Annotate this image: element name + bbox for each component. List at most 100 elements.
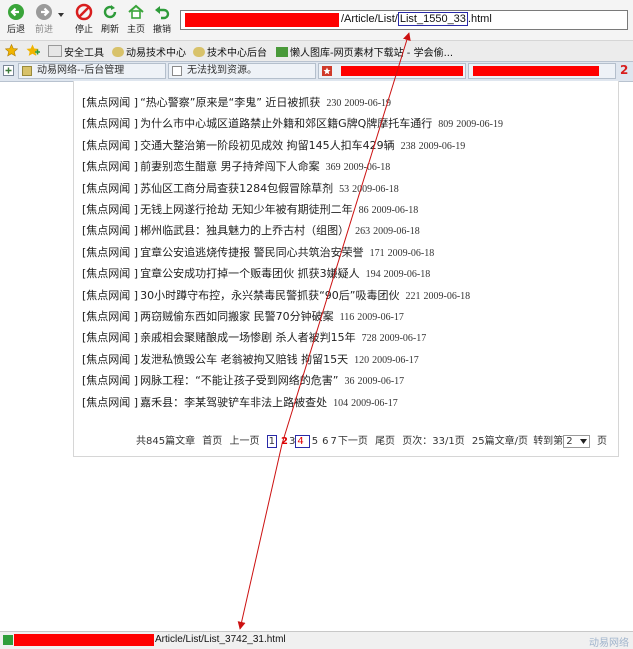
news-source-tag[interactable]: [焦点网闻 ]: [82, 160, 138, 173]
news-title-link[interactable]: “热心警察”原来是“李鬼” 近日被抓获: [140, 96, 320, 109]
page-4-link[interactable]: 4: [295, 435, 310, 448]
news-title-link[interactable]: 无钱上网遂行抢劫 无知少年被有期徒刑二年: [140, 203, 353, 216]
goto-value: 2: [566, 436, 573, 447]
news-source-tag[interactable]: [焦点网闻 ]: [82, 353, 138, 366]
page-number: 1: [266, 435, 278, 448]
favorite-link[interactable]: 懒人图库-网页素材下载站 - 学会偷...: [276, 44, 453, 59]
page-6-link[interactable]: 6: [322, 436, 328, 447]
news-title-link[interactable]: 嘉禾县：李某驾驶铲车非法上路被查处: [140, 396, 327, 409]
annotation-arrow-down: [237, 443, 283, 630]
news-source-tag[interactable]: [焦点网闻 ]: [82, 139, 138, 152]
news-title-link[interactable]: 30小时蹲守布控，永兴禁毒民警抓获“90后”吸毒团伙: [140, 289, 399, 302]
news-source-tag[interactable]: [焦点网闻 ]: [82, 331, 138, 344]
news-source-tag[interactable]: [焦点网闻 ]: [82, 396, 138, 409]
news-hits: 116: [339, 312, 355, 323]
favorite-link[interactable]: 安全工具: [48, 44, 104, 59]
per-page: 25篇文章/页: [471, 436, 528, 447]
favorite-link[interactable]: 动易技术中心: [112, 44, 186, 59]
favorite-link[interactable]: 技术中心后台: [193, 44, 267, 59]
news-title-link[interactable]: 宜章公安追逃烧传捷报 警民同心共筑治安荣誉: [140, 246, 364, 259]
news-list-item[interactable]: [焦点网闻 ] 无钱上网遂行抢劫 无知少年被有期徒刑二年 86 2009-06-18: [82, 201, 418, 217]
favorites-star-icon[interactable]: [5, 44, 18, 57]
news-list-item[interactable]: [焦点网闻 ] 嘉禾县：李某驾驶铲车非法上路被查处 104 2009-06-17: [82, 394, 398, 410]
news-source-tag[interactable]: [焦点网闻 ]: [82, 267, 138, 280]
news-source-tag[interactable]: [焦点网闻 ]: [82, 310, 138, 323]
news-source-tag[interactable]: [焦点网闻 ]: [82, 289, 138, 302]
tab-admin[interactable]: 动易网络--后台管理: [18, 63, 166, 79]
tab-redacted[interactable]: [318, 63, 466, 79]
add-favorite-icon[interactable]: [26, 44, 40, 57]
tab-close-icon[interactable]: 2: [620, 63, 633, 79]
page-1-link[interactable]: 1: [266, 435, 281, 448]
news-list-item[interactable]: [焦点网闻 ] 宜章公安成功打掉一个贩毒团伙 抓获3嫌疑人 194 2009-06-1…: [82, 265, 430, 281]
back-button[interactable]: 后退: [2, 3, 30, 35]
news-title-link[interactable]: 发泄私愤毁公车 老翁被拘又赔钱 拘留15天: [140, 353, 348, 366]
news-hits: 171: [369, 247, 385, 259]
tab-redacted[interactable]: [468, 63, 616, 79]
news-source-tag[interactable]: [焦点网闻 ]: [82, 182, 138, 195]
news-title-link[interactable]: 两窃贼偷东西如同搬家 民警70分钟破案: [140, 310, 334, 323]
tab-resource-not-found[interactable]: 无法找到资源。: [168, 63, 316, 79]
news-title-link[interactable]: 郴州临武县：独具魅力的上乔古村（组图）: [140, 224, 349, 237]
address-bar[interactable]: /Article/List/List_1550_33 .html: [180, 10, 628, 30]
news-source-tag[interactable]: [焦点网闻 ]: [82, 203, 138, 216]
dropdown-arrow-icon[interactable]: [58, 13, 64, 17]
news-title-link[interactable]: 为什么市中心城区道路禁止外籍和郊区籍G牌Q牌摩托车通行: [140, 117, 432, 130]
goto-page-select[interactable]: 2: [563, 435, 590, 448]
news-hits: 194: [365, 269, 381, 281]
news-list-item[interactable]: [焦点网闻 ] 亲戚相会聚赌酿成一场惨剧 杀人者被判15年 728 2009-06-1…: [82, 329, 426, 345]
total-articles: 共845篇文章: [136, 436, 196, 447]
news-source-tag[interactable]: [焦点网闻 ]: [82, 117, 138, 130]
news-title-link[interactable]: 前妻别恋生醋意 男子持斧闯下人命案: [140, 160, 320, 173]
news-list-item[interactable]: [焦点网闻 ] 苏仙区工商分局查获1284包假冒除草剂 53 2009-06-18: [82, 180, 399, 196]
page-5-link[interactable]: 5: [312, 436, 318, 447]
news-list-item[interactable]: [焦点网闻 ] 郴州临武县：独具魅力的上乔古村（组图） 263 2009-06-18: [82, 222, 420, 238]
news-date: 2009-06-18: [371, 205, 419, 216]
forward-button[interactable]: 前进: [30, 3, 58, 35]
goto-suffix: 页: [596, 436, 607, 447]
news-list-item[interactable]: [焦点网闻 ] 发泄私愤毁公车 老翁被拘又赔钱 拘留15天 120 2009-06-1…: [82, 351, 419, 367]
news-title-link[interactable]: 网脉工程：“不能让孩子受到网络的危害”: [140, 374, 338, 387]
news-title-link[interactable]: 苏仙区工商分局查获1284包假冒除草剂: [140, 182, 333, 195]
prev-page-link[interactable]: 上一页: [229, 436, 259, 447]
news-list-item[interactable]: [焦点网闻 ] 为什么市中心城区道路禁止外籍和郊区籍G牌Q牌摩托车通行 809 200…: [82, 115, 503, 131]
address-path-highlight: List_1550_33: [397, 12, 468, 26]
news-date: 2009-06-19: [418, 140, 466, 152]
news-list-item[interactable]: [焦点网闻 ] 两窃贼偷东西如同搬家 民警70分钟破案 116 2009-06-17: [82, 308, 404, 324]
first-page-link[interactable]: 首页: [202, 436, 222, 447]
news-list-item[interactable]: [焦点网闻 ] 交通大整治第一阶段初见成效 拘留145人扣车429辆 238 2009…: [82, 137, 465, 153]
news-date: 2009-06-18: [387, 247, 435, 259]
news-title-link[interactable]: 宜章公安成功打掉一个贩毒团伙 抓获3嫌疑人: [140, 267, 360, 280]
news-title-link[interactable]: 交通大整治第一阶段初见成效 拘留145人扣车429辆: [140, 139, 395, 152]
news-list-item[interactable]: [焦点网闻 ] “热心警察”原来是“李鬼” 近日被抓获 230 2009-06-19: [82, 94, 391, 110]
home-button[interactable]: 主页: [122, 3, 150, 35]
news-date: 2009-06-18: [423, 290, 471, 302]
favorite-label: 技术中心后台: [207, 48, 267, 59]
news-list-item[interactable]: [焦点网闻 ] 宜章公安追逃烧传捷报 警民同心共筑治安荣誉 171 2009-06-1…: [82, 244, 434, 260]
page-7-link[interactable]: 7: [331, 436, 337, 447]
news-list-item[interactable]: [焦点网闻 ] 前妻别恋生醋意 男子持斧闯下人命案 369 2009-06-18: [82, 158, 390, 174]
news-source-tag[interactable]: [焦点网闻 ]: [82, 224, 138, 237]
news-list-item[interactable]: [焦点网闻 ] 网脉工程：“不能让孩子受到网络的危害” 36 2009-06-17: [82, 372, 404, 388]
tab-label: 动易网络--后台管理: [37, 65, 125, 76]
refresh-button[interactable]: 刷新: [96, 3, 124, 35]
chevron-down-icon: [579, 439, 587, 444]
back-arrow-icon: [8, 4, 24, 20]
pagination: 共845篇文章 首页 上一页 1 23 4 5 6 7下一页 尾页 页次：33/1页 25…: [136, 432, 611, 448]
address-path-suffix: .html: [467, 13, 492, 25]
news-source-tag[interactable]: [焦点网闻 ]: [82, 246, 138, 259]
news-list-item[interactable]: [焦点网闻 ] 30小时蹲守布控，永兴禁毒民警抓获“90后”吸毒团伙 221 2009…: [82, 287, 470, 303]
news-hits: 230: [326, 98, 342, 109]
next-page-link[interactable]: 下一页: [338, 436, 368, 447]
browser-toolbar: 后退 前进 停止 刷新 主页 撤销 /Article/List/List_155…: [0, 0, 633, 40]
page-count: 页次：33/1页: [402, 436, 465, 447]
last-page-link[interactable]: 尾页: [375, 436, 395, 447]
news-title-link[interactable]: 亲戚相会聚赌酿成一场惨剧 杀人者被判15年: [140, 331, 356, 344]
news-source-tag[interactable]: [焦点网闻 ]: [82, 96, 138, 109]
news-date: 2009-06-19: [344, 98, 392, 109]
back-label: 后退: [6, 25, 25, 35]
stop-button[interactable]: 停止: [70, 3, 98, 35]
news-source-tag[interactable]: [焦点网闻 ]: [82, 374, 138, 387]
new-tab-plus-icon[interactable]: [3, 65, 14, 76]
undo-button[interactable]: 撤销: [148, 3, 176, 35]
